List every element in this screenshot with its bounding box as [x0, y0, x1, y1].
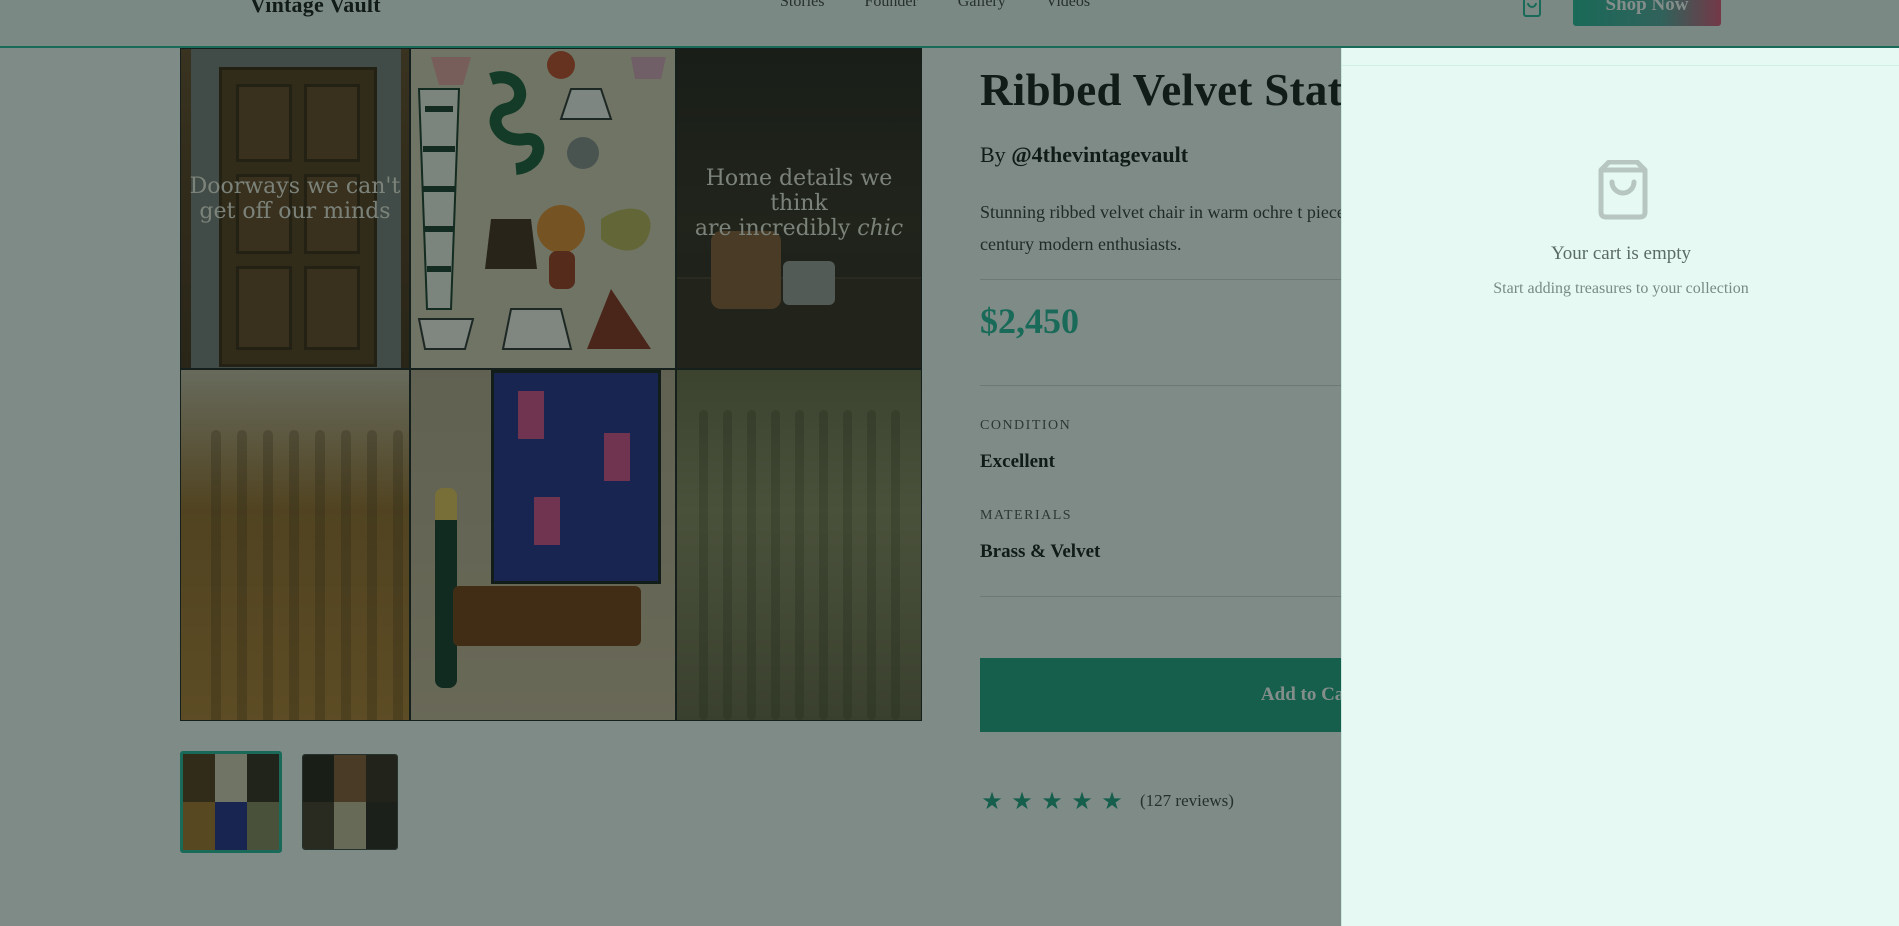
cart-empty-title: Your cart is empty [1550, 243, 1692, 264]
drawer-divider [1342, 65, 1899, 66]
cart-drawer: Your cart is empty Start adding treasure… [1341, 48, 1899, 926]
shopping-bag-icon [1598, 160, 1648, 220]
cart-empty-subtitle: Start adding treasures to your collectio… [1493, 280, 1749, 297]
